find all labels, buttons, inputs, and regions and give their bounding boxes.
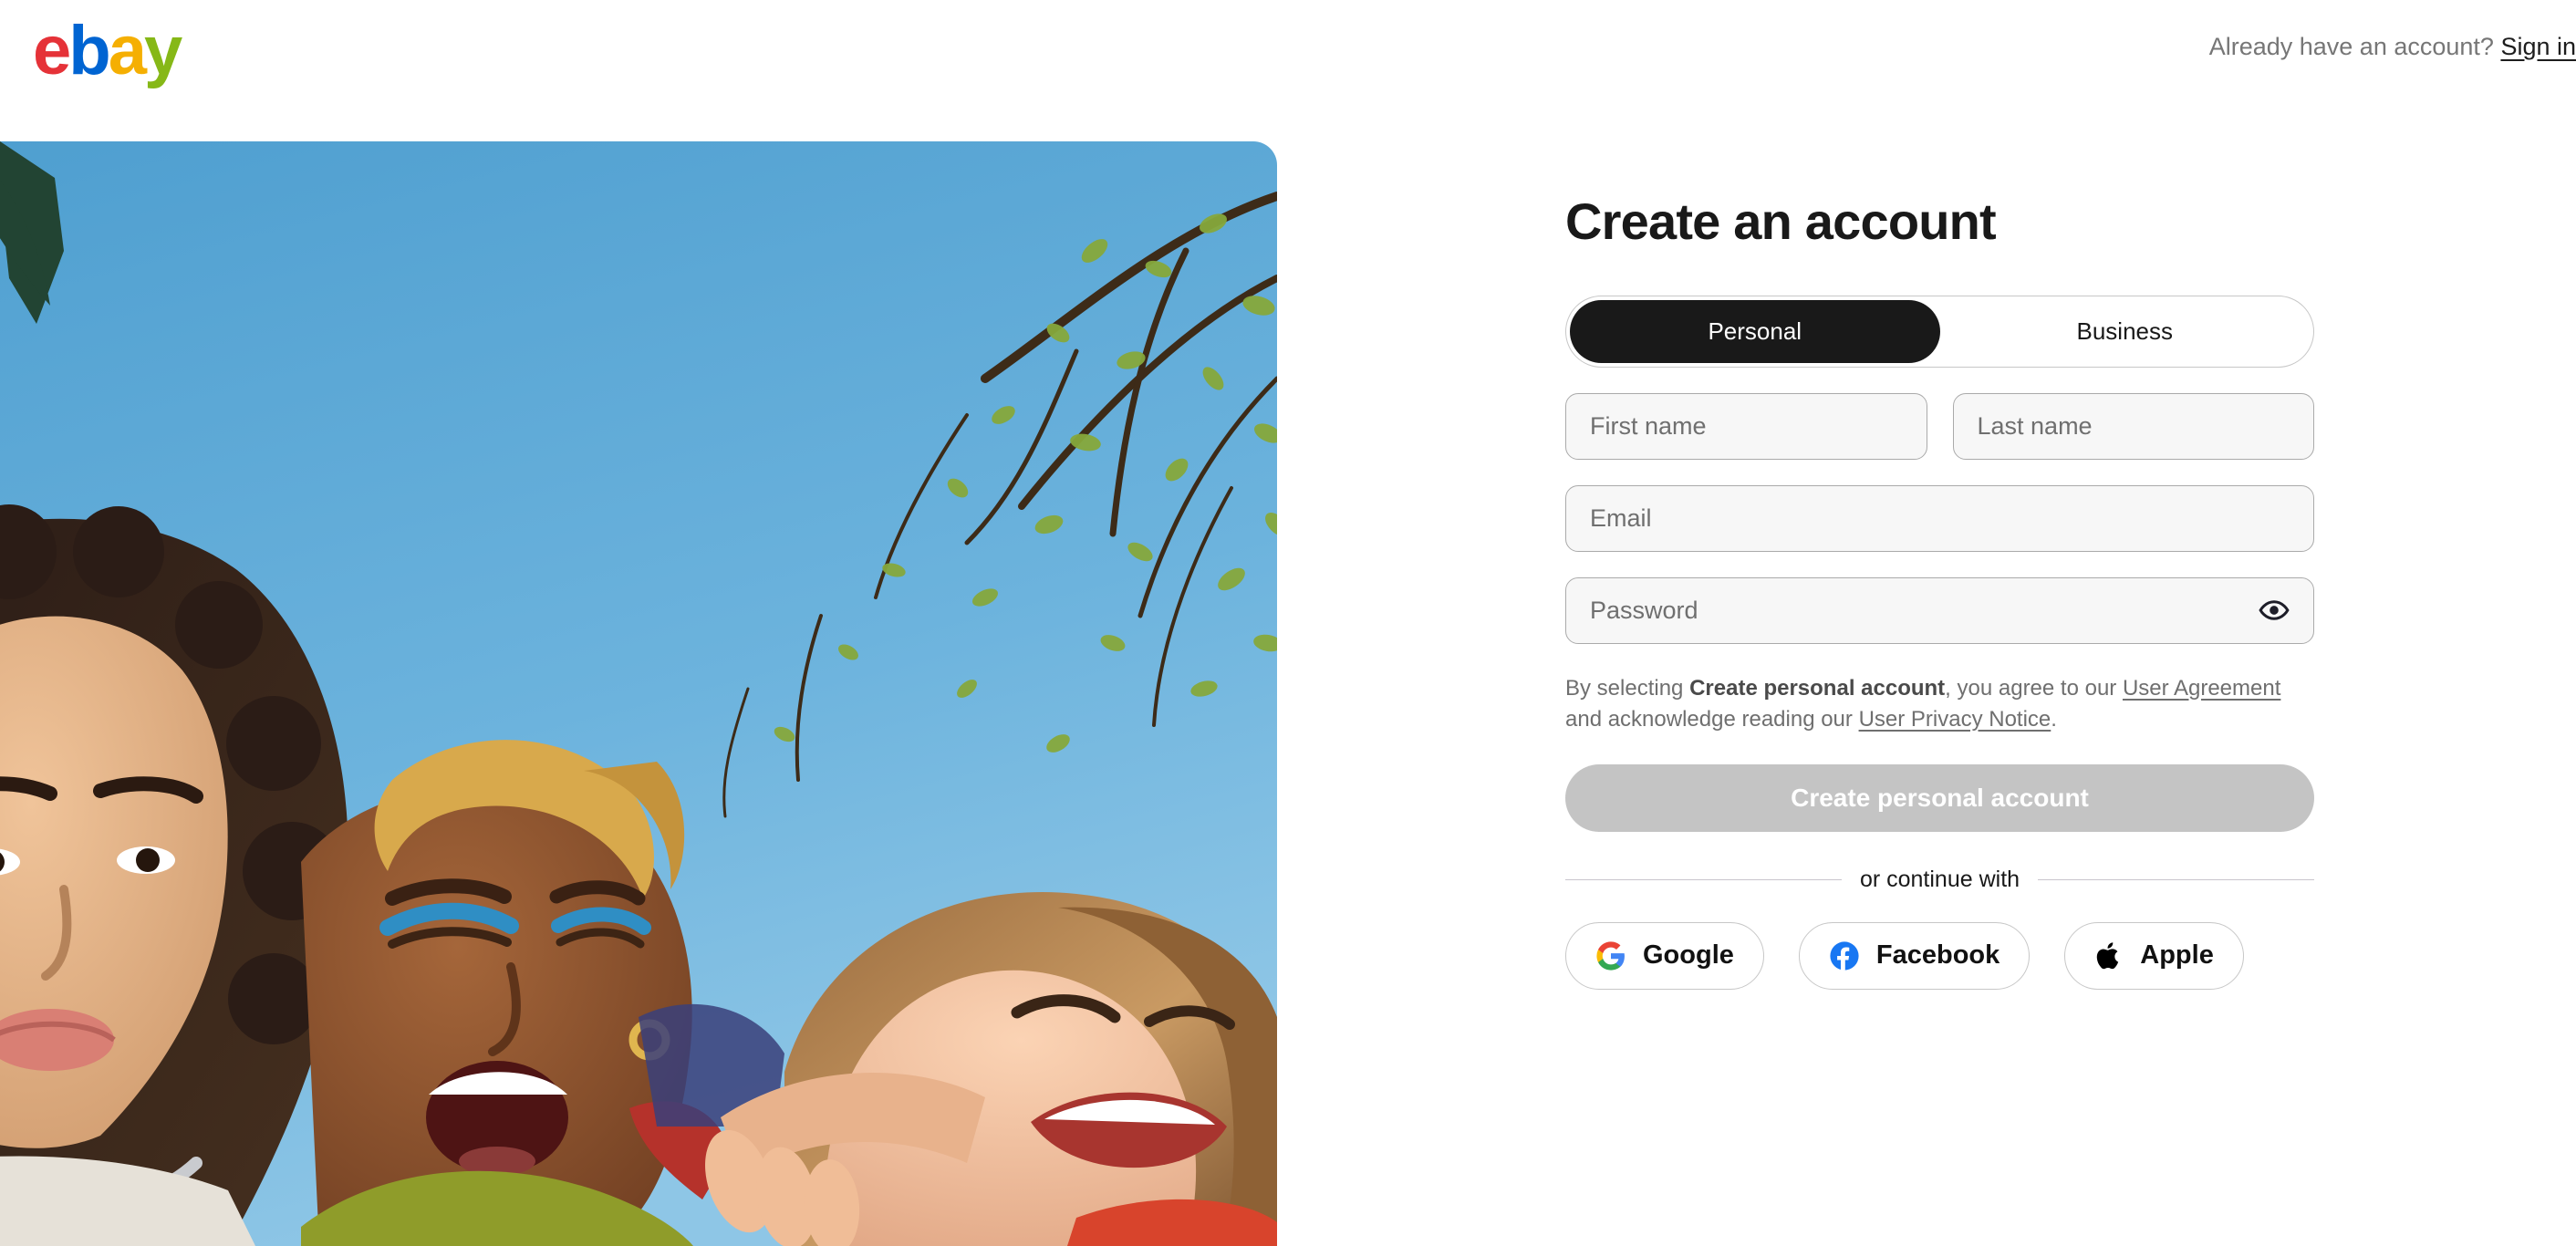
signup-page: ebay Already have an account? Sign in Cr… <box>0 0 2576 1246</box>
logo-letter-e: e <box>33 12 71 89</box>
google-signin-button[interactable]: Google <box>1565 921 1764 990</box>
last-name-placeholder: Last name <box>1977 411 2093 440</box>
sign-in-link[interactable]: Sign in <box>2500 33 2576 60</box>
first-name-input[interactable]: First name <box>1565 392 1927 460</box>
create-account-button[interactable]: Create personal account <box>1565 763 2314 832</box>
legal-part-1: By selecting <box>1565 675 1690 701</box>
signup-form: Create an account Personal Business Firs… <box>1565 0 2315 990</box>
tab-personal[interactable]: Personal <box>1570 299 1940 363</box>
hero-image <box>0 141 1277 1246</box>
legal-part-4: . <box>2051 706 2057 732</box>
divider-line-right <box>2038 878 2315 880</box>
facebook-signin-button[interactable]: Facebook <box>1798 921 2031 990</box>
google-label: Google <box>1643 940 1734 971</box>
facebook-icon <box>1829 940 1860 971</box>
divider-line-left <box>1565 878 1842 880</box>
logo-letter-b: b <box>68 12 110 89</box>
first-name-placeholder: First name <box>1590 411 1707 440</box>
password-placeholder: Password <box>1590 596 1698 624</box>
privacy-notice-link[interactable]: User Privacy Notice <box>1859 707 2051 732</box>
legal-part-3: and acknowledge reading our <box>1565 706 1859 732</box>
facebook-label: Facebook <box>1875 940 2000 971</box>
user-agreement-link[interactable]: User Agreement <box>2123 676 2280 701</box>
divider-label: or continue with <box>1859 866 2020 892</box>
name-row: First name Last name <box>1565 392 2314 460</box>
logo-letter-y: y <box>144 12 182 89</box>
email-input[interactable]: Email <box>1565 484 2314 552</box>
social-login-row: Google Facebook Apple <box>1565 921 2314 990</box>
legal-part-2: , you agree to our <box>1945 675 2123 701</box>
apple-signin-button[interactable]: Apple <box>2064 921 2244 990</box>
tab-business[interactable]: Business <box>1940 300 2311 363</box>
password-row: Password <box>1565 576 2314 644</box>
logo-letter-a: a <box>108 12 147 89</box>
ebay-logo[interactable]: ebay <box>33 12 182 89</box>
email-placeholder: Email <box>1590 504 1652 532</box>
page-title: Create an account <box>1565 192 1997 250</box>
apple-icon <box>2094 940 2124 971</box>
google-icon <box>1595 940 1626 971</box>
password-input[interactable]: Password <box>1565 576 2314 644</box>
email-row: Email <box>1565 484 2314 552</box>
divider: or continue with <box>1565 866 2315 893</box>
account-type-toggle[interactable]: Personal Business <box>1565 295 2314 368</box>
legal-bold-action: Create personal account <box>1689 675 1946 701</box>
legal-text: By selecting Create personal account, yo… <box>1565 673 2295 735</box>
last-name-input[interactable]: Last name <box>1952 392 2314 460</box>
eye-icon[interactable] <box>2259 595 2290 626</box>
apple-label: Apple <box>2140 940 2214 971</box>
